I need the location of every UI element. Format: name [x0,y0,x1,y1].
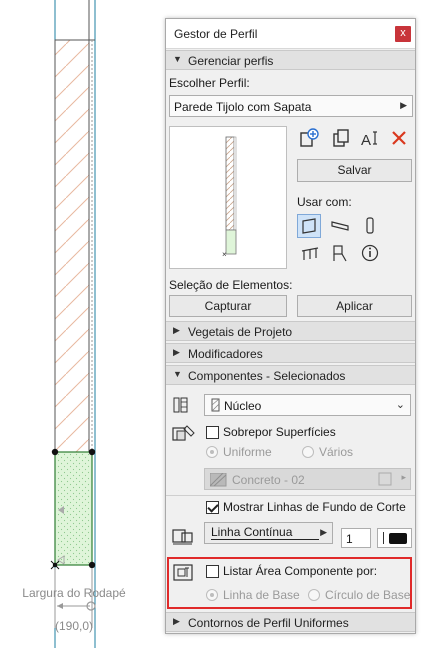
profile-dropdown[interactable]: Parede Tijolo com Sapata ▶ [169,95,413,117]
section-contornos[interactable]: ▶ Contornos de Perfil Uniformes [166,612,415,632]
rename-profile-icon[interactable]: A [359,127,381,149]
pen-separator [383,532,384,544]
capture-button[interactable]: Capturar [169,295,287,317]
railing-icon[interactable] [299,242,321,264]
close-button[interactable]: x [395,26,411,42]
line-type-icon [172,529,193,545]
profile-value: Parede Tijolo com Sapata [174,100,312,114]
duplicate-profile-icon[interactable] [330,127,352,149]
beam-icon[interactable] [329,215,351,237]
building-material-icon [173,397,188,413]
base-circle-radio[interactable] [308,589,320,601]
dimension-value: (190,0) [54,619,94,633]
override-surface-icon [172,425,195,441]
component-value: Núcleo [224,399,262,413]
dropdown-right-arrow-icon: ▶ [320,527,327,537]
base-circle-label: Círculo de Base [325,588,411,602]
profile-preview: × [169,126,287,269]
profile-thumbnail: × [222,136,237,259]
core-swatch-icon [211,398,220,412]
info-icon[interactable] [359,242,381,264]
expand-arrow-icon: ▶ [173,347,180,357]
collapse-arrow-icon: ▼ [173,54,182,64]
drawing-canvas[interactable]: Largura do Rodapé (190,0) [0,0,165,648]
surface-settings-icon [378,472,392,486]
section-label: Vegetais de Projeto [188,325,293,339]
apply-button[interactable]: Aplicar [297,295,412,317]
use-with-label: Usar com: [297,195,352,209]
section-manage-profiles[interactable]: ▼ Gerenciar perfis [166,50,415,70]
profile-manager-palette: Gestor de Perfil x ▼ Gerenciar perfis Es… [165,18,416,634]
expand-arrow-icon: ▶ [173,616,180,626]
show-cut-lines-label: Mostrar Linhas de Fundo de Corte [223,500,406,514]
section-label: Componentes - Selecionados [188,369,346,383]
surface-dropdown[interactable]: Concreto - 02 ▸ [204,468,411,490]
svg-text:×: × [222,250,227,259]
svg-text:A: A [361,132,371,149]
palette-title: Gestor de Perfil [174,27,258,41]
column-icon[interactable] [359,215,381,237]
component-dropdown[interactable]: Núcleo ⌄ [204,394,411,416]
section-label: Contornos de Perfil Uniformes [188,616,349,630]
palette-titlebar[interactable]: Gestor de Perfil x [166,19,415,49]
override-surfaces-label: Sobrepor Superfícies [223,425,336,439]
divider [166,495,415,496]
baseline-label: Linha de Base [223,588,300,602]
surface-swatch-icon [210,473,227,487]
section-vegetais[interactable]: ▶ Vegetais de Projeto [166,321,415,341]
section-label: Gerenciar perfis [188,54,274,68]
masonry-layer [54,39,90,453]
wall-section-drawing [50,0,96,648]
various-radio[interactable] [302,446,314,458]
choose-profile-label: Escolher Perfil: [169,76,250,90]
wall-icon [302,218,316,234]
dropdown-right-arrow-icon: ▶ [400,100,407,110]
various-label: Vários [319,445,354,459]
override-surfaces-checkbox[interactable] [206,426,219,439]
element-selection-label: Seleção de Elementos: [169,278,293,292]
list-area-label: Listar Área Componente por: [223,564,378,578]
line-type-dropdown[interactable]: Linha Contínua ▶ [204,522,333,544]
save-button[interactable]: Salvar [297,159,412,182]
section-label: Modificadores [188,347,263,361]
show-cut-lines-checkbox[interactable] [206,501,219,514]
baseline-radio[interactable] [206,589,218,601]
use-with-wall-selected[interactable] [297,214,321,238]
uniform-radio[interactable] [206,446,218,458]
chevron-down-icon: ⌄ [395,399,405,411]
pen-number-field[interactable]: 1 [341,528,371,548]
delete-profile-icon[interactable] [388,127,410,149]
collapse-arrow-icon: ▼ [173,369,182,379]
component-area-icon [173,564,193,581]
pen-color-swatch [389,533,407,544]
dropdown-right-arrow-icon: ▸ [401,472,406,482]
surface-value: Concreto - 02 [232,473,305,487]
line-type-value: Linha Contínua [211,525,293,539]
pen-color-picker[interactable] [377,528,412,548]
line-sample [211,539,319,540]
expand-arrow-icon: ▶ [173,325,180,335]
section-modificadores[interactable]: ▶ Modificadores [166,343,415,363]
footing-width-label: Largura do Rodapé [22,586,126,600]
list-area-checkbox[interactable] [206,565,219,578]
uniform-label: Uniforme [223,445,272,459]
section-componentes[interactable]: ▼ Componentes - Selecionados [166,365,415,385]
new-profile-icon[interactable] [298,127,320,149]
opening-icon[interactable] [329,242,351,264]
